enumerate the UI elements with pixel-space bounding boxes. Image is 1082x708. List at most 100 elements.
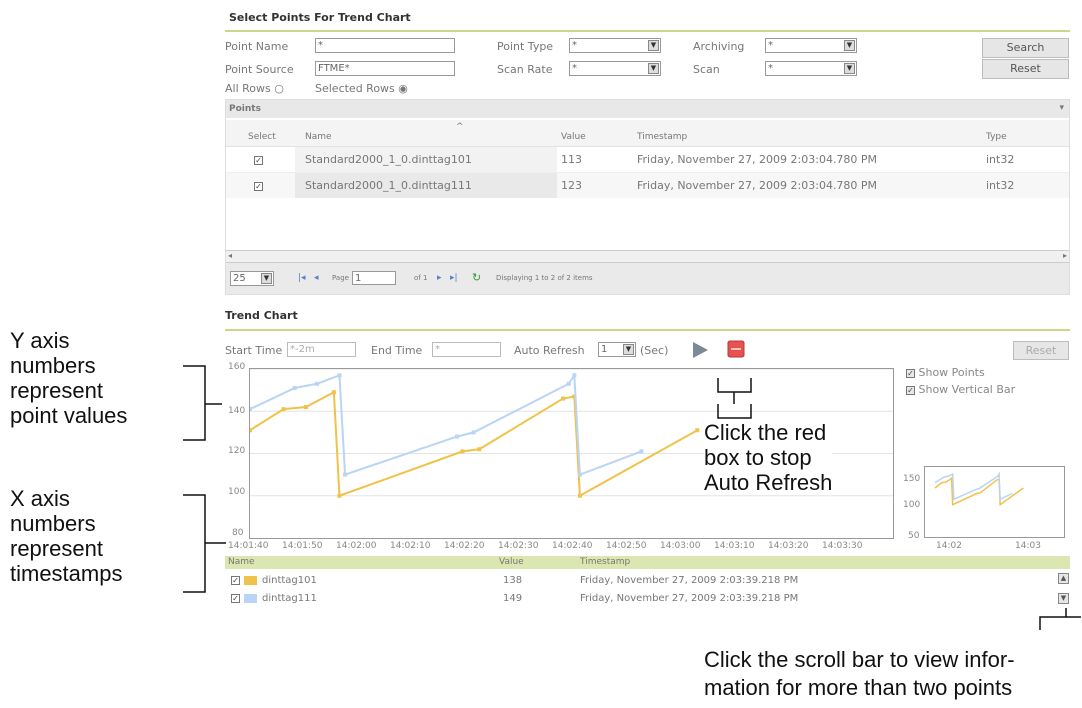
- x-tick: 14:02:40: [552, 541, 593, 551]
- data-point: [471, 430, 476, 435]
- column-timestamp[interactable]: Timestamp: [637, 132, 687, 142]
- point-source-input[interactable]: FTME*: [315, 61, 455, 76]
- x-tick: 14:03:10: [714, 541, 755, 551]
- annotation-line: mation for more than two points: [704, 675, 1013, 700]
- radio-checked-icon[interactable]: ◉: [398, 82, 408, 95]
- checkbox-checked[interactable]: ✓: [254, 156, 263, 165]
- checkbox-checked[interactable]: ✓: [254, 182, 263, 191]
- x-tick: 14:02:30: [498, 541, 539, 551]
- x-tick: 14:01:50: [282, 541, 323, 551]
- checkbox-checked[interactable]: ✓: [906, 368, 915, 378]
- overview-x-tick: 14:02: [936, 541, 962, 551]
- data-point: [337, 493, 342, 498]
- show-vertical-bar-toggle[interactable]: ✓ Show Vertical Bar: [906, 383, 1015, 396]
- legend-scrollbar[interactable]: ▲ ▼: [1058, 573, 1069, 607]
- y-axis-annotation: Y axis numbers represent point values: [10, 328, 127, 428]
- table-row[interactable]: ✓ Standard2000_1_0.dinttag101 113 Friday…: [226, 147, 1069, 173]
- page-number-input[interactable]: 1: [352, 271, 396, 285]
- data-point: [315, 381, 320, 386]
- point-value: 123: [561, 179, 582, 192]
- pager-status: Displaying 1 to 2 of 2 items: [496, 274, 593, 282]
- horizontal-scrollbar[interactable]: ◂ ▸: [226, 250, 1069, 263]
- data-point: [331, 390, 336, 395]
- chevron-down-icon: ▼: [648, 40, 659, 51]
- legend-table-header: Name Value Timestamp: [225, 556, 1070, 569]
- first-page-icon[interactable]: |◂: [298, 273, 306, 283]
- column-name[interactable]: Name: [305, 132, 332, 142]
- end-time-input[interactable]: *: [432, 342, 501, 357]
- page-size-select[interactable]: 25 ▼: [230, 271, 274, 286]
- page-count: of 1: [414, 274, 428, 282]
- show-points-toggle[interactable]: ✓ Show Points: [906, 366, 985, 379]
- legend-series-timestamp: Friday, November 27, 2009 2:03:39.218 PM: [580, 593, 799, 604]
- annotation-line: point values: [10, 403, 128, 428]
- point-timestamp: Friday, November 27, 2009 2:03:04.780 PM: [637, 179, 878, 192]
- points-columns-row: Select Name ^ Value Timestamp Type: [226, 120, 1069, 147]
- page-size-value: 25: [233, 273, 246, 284]
- series-color-swatch: [244, 594, 257, 603]
- data-point: [281, 407, 286, 412]
- legend-row[interactable]: ✓ dinttag101 138 Friday, November 27, 20…: [225, 573, 1070, 589]
- next-page-icon[interactable]: ▸: [437, 273, 442, 283]
- data-point: [454, 434, 459, 439]
- column-select[interactable]: Select: [248, 132, 276, 142]
- data-point: [460, 449, 465, 454]
- legend-col-timestamp: Timestamp: [580, 557, 631, 567]
- archiving-select[interactable]: * ▼: [765, 38, 857, 53]
- end-time-label: End Time: [371, 344, 423, 357]
- annotation-line: box to stop: [704, 445, 812, 470]
- point-type-label: Point Type: [497, 40, 554, 53]
- auto-refresh-select[interactable]: 1 ▼: [598, 342, 636, 357]
- scan-value: *: [768, 63, 773, 74]
- legend-row[interactable]: ✓ dinttag111 149 Friday, November 27, 20…: [225, 591, 1070, 607]
- reset-button[interactable]: Reset: [982, 59, 1069, 79]
- collapse-icon[interactable]: ▾: [1059, 103, 1064, 113]
- x-tick: 14:01:40: [228, 541, 269, 551]
- checkbox-checked[interactable]: ✓: [906, 385, 915, 395]
- all-rows-label: All Rows: [225, 82, 271, 95]
- x-tick: 14:03:30: [822, 541, 863, 551]
- x-tick: 14:02:50: [606, 541, 647, 551]
- column-value[interactable]: Value: [561, 132, 586, 142]
- chevron-down-icon: ▼: [648, 63, 659, 74]
- checkbox-checked[interactable]: ✓: [231, 576, 240, 585]
- point-type: int32: [986, 179, 1015, 192]
- start-time-input[interactable]: *-2m: [287, 342, 356, 357]
- overview-chart-plot[interactable]: [925, 467, 1064, 537]
- scroll-left-icon[interactable]: ◂: [228, 251, 232, 260]
- y-axis-ticks: 160 140 120 100 80: [222, 360, 248, 540]
- point-type-select[interactable]: * ▼: [569, 38, 661, 53]
- scroll-annotation: Click the scroll bar to view infor- mati…: [704, 646, 1015, 702]
- refresh-icon[interactable]: ↻: [472, 271, 481, 284]
- annotation-line: Auto Refresh: [704, 470, 833, 495]
- point-name: Standard2000_1_0.dinttag101: [305, 153, 472, 166]
- point-name-input[interactable]: *: [315, 38, 455, 53]
- scroll-up-icon[interactable]: ▲: [1058, 573, 1069, 584]
- column-type[interactable]: Type: [986, 132, 1007, 142]
- checkbox-checked[interactable]: ✓: [231, 594, 240, 603]
- legend-col-name: Name: [228, 557, 255, 567]
- stop-icon[interactable]: [727, 340, 745, 358]
- search-button[interactable]: Search: [982, 38, 1069, 58]
- selected-rows-option[interactable]: Selected Rows ◉: [315, 82, 408, 95]
- legend-col-value: Value: [499, 557, 524, 567]
- scroll-right-icon[interactable]: ▸: [1063, 251, 1067, 260]
- all-rows-option[interactable]: All Rows ○: [225, 82, 284, 95]
- start-time-label: Start Time: [225, 344, 283, 357]
- x-tick: 14:02:00: [336, 541, 377, 551]
- trend-reset-button[interactable]: Reset: [1013, 341, 1069, 360]
- radio-unchecked-icon[interactable]: ○: [274, 82, 284, 95]
- prev-page-icon[interactable]: ◂: [314, 273, 319, 283]
- table-row[interactable]: ✓ Standard2000_1_0.dinttag111 123 Friday…: [226, 173, 1069, 198]
- scroll-down-icon[interactable]: ▼: [1058, 593, 1069, 604]
- point-name-label: Point Name: [225, 40, 289, 53]
- y-tick: 100: [228, 487, 246, 497]
- data-point: [639, 449, 644, 454]
- scan-select[interactable]: * ▼: [765, 61, 857, 76]
- x-tick: 14:03:00: [660, 541, 701, 551]
- scan-rate-select[interactable]: * ▼: [569, 61, 661, 76]
- last-page-icon[interactable]: ▸|: [450, 273, 458, 283]
- red-box-annotation: Click the red box to stop Auto Refresh: [704, 420, 833, 495]
- play-icon[interactable]: [690, 340, 710, 360]
- annotation-line: represent: [10, 536, 103, 561]
